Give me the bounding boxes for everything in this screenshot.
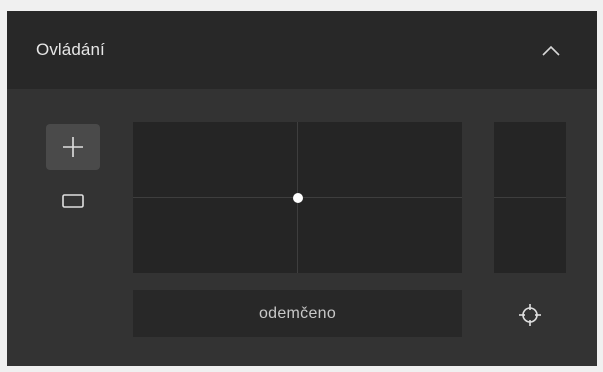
lock-status-button[interactable]: odemčeno	[133, 290, 462, 337]
collapse-button[interactable]	[533, 33, 569, 69]
rectangle-tool-button[interactable]	[50, 187, 96, 215]
xy-pad[interactable]	[133, 122, 462, 273]
add-point-button[interactable]	[46, 124, 100, 170]
plus-icon	[63, 137, 83, 157]
rectangle-icon	[62, 194, 84, 208]
z-pad[interactable]	[494, 122, 566, 273]
crosshair-icon	[519, 304, 541, 326]
z-pad-line	[494, 197, 566, 198]
controls-panel: Ovládání odemčeno	[7, 11, 597, 366]
center-target-button[interactable]	[512, 297, 548, 333]
panel-title: Ovládání	[36, 40, 105, 59]
chevron-up-icon	[542, 45, 560, 56]
panel-header[interactable]: Ovládání	[7, 11, 597, 89]
lock-status-label: odemčeno	[258, 304, 337, 322]
xy-pad-handle[interactable]	[292, 192, 303, 203]
